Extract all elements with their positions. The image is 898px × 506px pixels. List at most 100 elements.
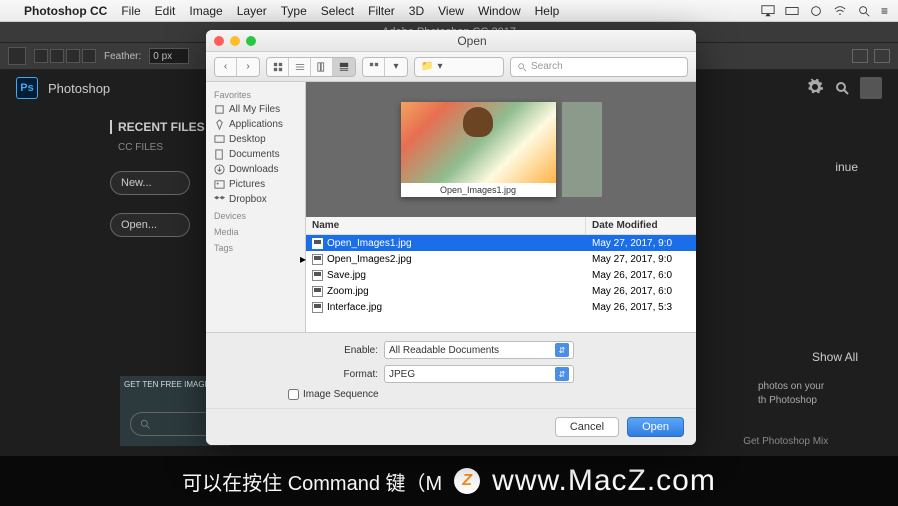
format-label: Format: bbox=[328, 369, 378, 380]
zoom-icon[interactable] bbox=[246, 36, 256, 46]
file-icon bbox=[312, 254, 323, 265]
image-sequence-checkbox[interactable] bbox=[288, 389, 299, 400]
marquee-tool-icon[interactable] bbox=[8, 47, 26, 65]
wifi-icon[interactable] bbox=[833, 4, 847, 18]
feather-input[interactable] bbox=[149, 48, 189, 64]
preview-adjacent[interactable] bbox=[562, 102, 602, 197]
sidebar-desktop[interactable]: Desktop bbox=[206, 132, 305, 147]
sidebar-documents[interactable]: Documents bbox=[206, 147, 305, 162]
file-icon bbox=[312, 238, 323, 249]
dropbox-icon bbox=[214, 194, 225, 205]
menu-edit[interactable]: Edit bbox=[155, 4, 176, 18]
tab-cc-files[interactable]: CC FILES bbox=[110, 142, 205, 153]
preview-filename: Open_Images1.jpg bbox=[438, 183, 518, 197]
sel-add-icon[interactable] bbox=[50, 49, 64, 63]
sidebar-dropbox[interactable]: Dropbox bbox=[206, 192, 305, 207]
menu-icon[interactable]: ≡ bbox=[881, 4, 888, 18]
forward-icon[interactable]: › bbox=[237, 58, 259, 76]
continue-label: inue bbox=[835, 160, 858, 174]
sel-new-icon[interactable] bbox=[34, 49, 48, 63]
sidebar-pictures[interactable]: Pictures bbox=[206, 177, 305, 192]
menu-window[interactable]: Window bbox=[478, 4, 521, 18]
search-icon bbox=[517, 62, 527, 72]
menu-view[interactable]: View bbox=[438, 4, 464, 18]
sel-int-icon[interactable] bbox=[82, 49, 96, 63]
selection-mode-icons[interactable] bbox=[34, 49, 96, 63]
sync-icon[interactable] bbox=[809, 4, 823, 18]
sidebar-downloads[interactable]: Downloads bbox=[206, 162, 305, 177]
open-confirm-button[interactable]: Open bbox=[627, 417, 684, 437]
format-value: JPEG bbox=[389, 369, 415, 380]
video-caption-strip: 可以在按住 Command 键（M Z www.MacZ.com bbox=[0, 456, 898, 506]
dialog-sidebar: Favorites All My Files Applications Desk… bbox=[206, 82, 306, 332]
applications-icon bbox=[214, 119, 225, 130]
column-date[interactable]: Date Modified bbox=[586, 217, 696, 234]
screenmode-icon[interactable] bbox=[874, 49, 890, 63]
list-view-icon[interactable] bbox=[289, 58, 311, 76]
menu-3d[interactable]: 3D bbox=[409, 4, 424, 18]
menu-type[interactable]: Type bbox=[281, 4, 307, 18]
file-list-header: Name Date Modified bbox=[306, 217, 696, 235]
chevron-updown-icon: ⇵ bbox=[555, 343, 569, 357]
chevron-down-icon[interactable]: ▾ bbox=[385, 58, 407, 76]
sidebar-header-tags: Tags bbox=[206, 239, 305, 255]
airplay-icon[interactable] bbox=[761, 4, 775, 18]
file-row[interactable]: Save.jpgMay 26, 2017, 6:0 bbox=[306, 267, 696, 283]
dialog-options: Enable: All Readable Documents ⇵ Format:… bbox=[206, 332, 696, 408]
user-avatar[interactable] bbox=[860, 77, 882, 99]
new-button[interactable]: New... bbox=[110, 171, 190, 195]
all-files-icon bbox=[214, 104, 225, 115]
brand-label: Photoshop bbox=[48, 81, 110, 96]
dialog-search-input[interactable]: Search bbox=[510, 57, 688, 77]
minimize-icon[interactable] bbox=[230, 36, 240, 46]
sidebar-all-my-files[interactable]: All My Files bbox=[206, 102, 305, 117]
meta-mix[interactable]: Get Photoshop Mix bbox=[674, 436, 898, 454]
menu-file[interactable]: File bbox=[121, 4, 140, 18]
workspace-icon[interactable] bbox=[852, 49, 868, 63]
show-all-link[interactable]: Show All bbox=[812, 350, 858, 364]
keyboard-icon[interactable] bbox=[785, 4, 799, 18]
search-icon[interactable] bbox=[857, 4, 871, 18]
close-icon[interactable] bbox=[214, 36, 224, 46]
menu-layer[interactable]: Layer bbox=[237, 4, 267, 18]
coverflow-view-icon[interactable] bbox=[333, 58, 355, 76]
menu-filter[interactable]: Filter bbox=[368, 4, 395, 18]
menu-image[interactable]: Image bbox=[189, 4, 222, 18]
file-row[interactable]: Interface.jpgMay 26, 2017, 5:3 bbox=[306, 299, 696, 315]
nav-arrows[interactable]: ‹ › bbox=[214, 57, 260, 77]
sel-sub-icon[interactable] bbox=[66, 49, 80, 63]
format-select[interactable]: JPEG ⇵ bbox=[384, 365, 574, 383]
file-date: May 27, 2017, 9:0 bbox=[586, 254, 696, 265]
tab-recent-files[interactable]: RECENT FILES bbox=[110, 120, 205, 134]
preview-card[interactable]: Open_Images1.jpg bbox=[401, 102, 556, 197]
sidebar-applications[interactable]: Applications bbox=[206, 117, 305, 132]
back-icon[interactable]: ‹ bbox=[215, 58, 237, 76]
search-header-icon[interactable] bbox=[834, 80, 850, 96]
file-name: Open_Images1.jpg bbox=[327, 238, 412, 249]
file-row[interactable]: Open_Images1.jpgMay 27, 2017, 9:0 bbox=[306, 235, 696, 251]
open-button[interactable]: Open... bbox=[110, 213, 190, 237]
arrange-icon[interactable] bbox=[363, 58, 385, 76]
file-row[interactable]: Zoom.jpgMay 26, 2017, 6:0 bbox=[306, 283, 696, 299]
enable-select[interactable]: All Readable Documents ⇵ bbox=[384, 341, 574, 359]
preview-area: Open_Images1.jpg bbox=[306, 82, 696, 217]
arrange-segment[interactable]: ▾ bbox=[362, 57, 408, 77]
path-dropdown[interactable]: 📁 ▾ bbox=[414, 57, 504, 77]
caption-text: 可以在按住 Command 键（M bbox=[182, 467, 442, 496]
mac-menubar: Photoshop CC File Edit Image Layer Type … bbox=[0, 0, 898, 22]
open-dialog: Open ‹ › ▾ 📁 ▾ Search Favorites All My F bbox=[206, 30, 696, 445]
file-icon bbox=[312, 302, 323, 313]
column-view-icon[interactable] bbox=[311, 58, 333, 76]
app-menu[interactable]: Photoshop CC bbox=[24, 4, 107, 18]
cancel-button[interactable]: Cancel bbox=[555, 417, 619, 437]
column-name[interactable]: Name bbox=[306, 217, 586, 234]
menu-help[interactable]: Help bbox=[535, 4, 560, 18]
view-mode-segment[interactable] bbox=[266, 57, 356, 77]
gear-icon[interactable] bbox=[806, 78, 824, 99]
dialog-buttons: Cancel Open bbox=[206, 408, 696, 445]
icon-view-icon[interactable] bbox=[267, 58, 289, 76]
menu-select[interactable]: Select bbox=[321, 4, 354, 18]
promo-card-text: photos on your th Photoshop bbox=[758, 380, 878, 408]
file-row[interactable]: Open_Images2.jpgMay 27, 2017, 9:0 bbox=[306, 251, 696, 267]
file-name: Zoom.jpg bbox=[327, 286, 369, 297]
